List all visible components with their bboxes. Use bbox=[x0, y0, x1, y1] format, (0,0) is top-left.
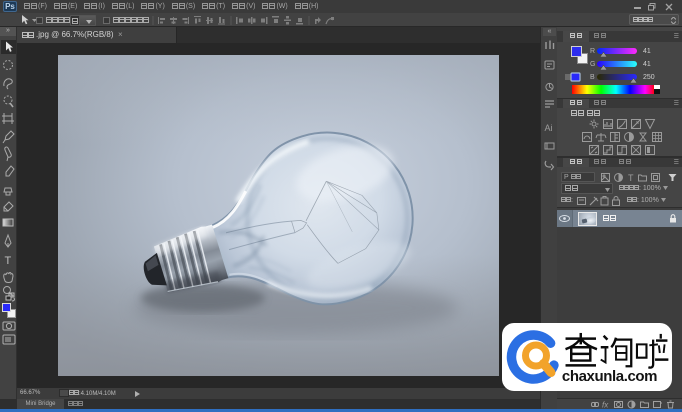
svg-text:fx: fx bbox=[602, 401, 609, 410]
svg-text:T: T bbox=[628, 173, 634, 182]
svg-text:T: T bbox=[5, 255, 12, 267]
svg-text:Ai: Ai bbox=[545, 123, 553, 133]
